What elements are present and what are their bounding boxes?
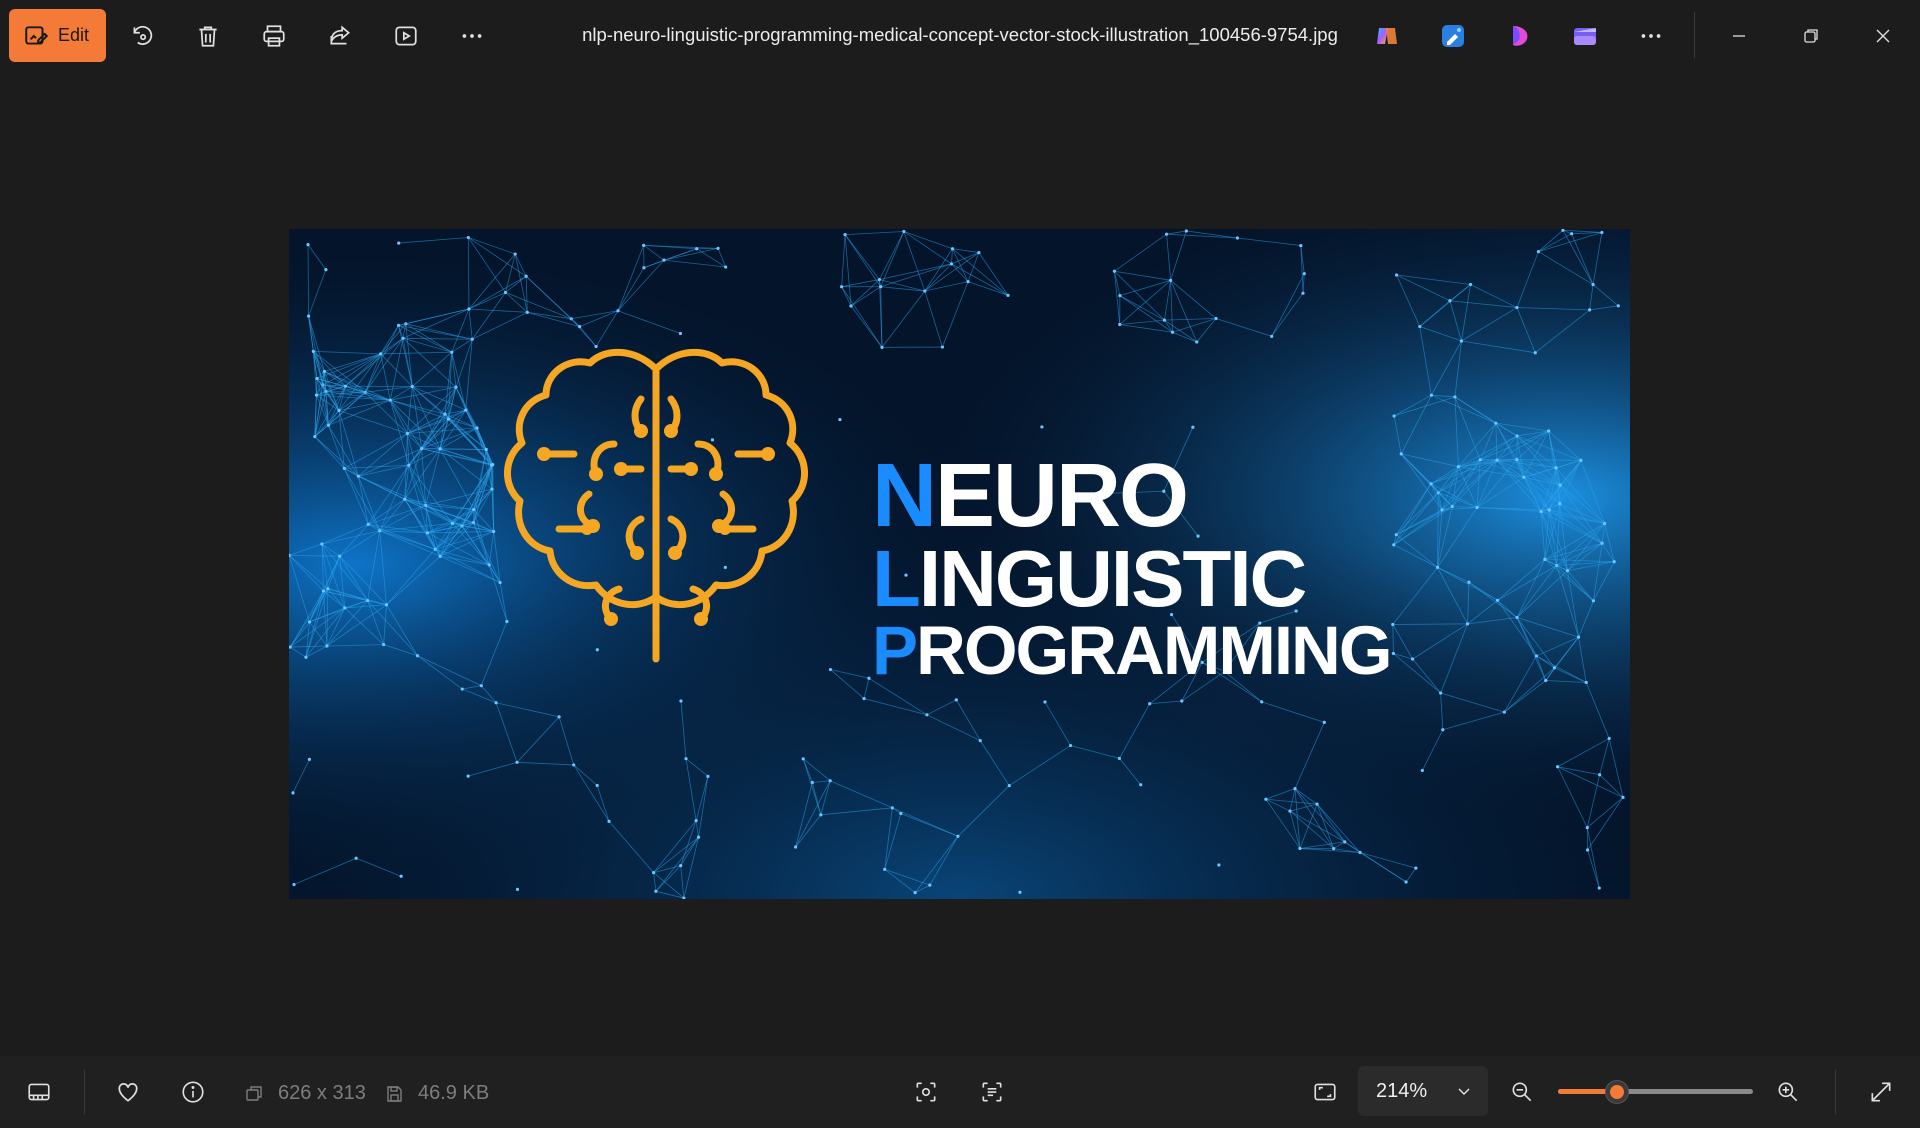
slideshow-icon (395, 26, 417, 46)
top-toolbar: Edit nlp-neuro-linguistic-programming-me… (0, 0, 1920, 72)
image-text-initial: N (872, 446, 937, 546)
zoom-in-button[interactable] (1768, 1072, 1808, 1112)
dimensions-text: 626 x 313 (278, 1082, 366, 1104)
zoom-slider-thumb[interactable] (1604, 1080, 1629, 1104)
more-apps-button[interactable] (1631, 16, 1671, 56)
image-file-size: 46.9 KB (384, 1082, 489, 1105)
image-text-rest: ROGRAMMING (916, 612, 1392, 689)
close-button[interactable] (1860, 14, 1906, 58)
full-screen-button[interactable] (1861, 1072, 1901, 1112)
info-icon (182, 1081, 204, 1103)
rotate-button[interactable] (122, 16, 162, 56)
print-button[interactable] (254, 16, 294, 56)
text-scan-button[interactable] (972, 1072, 1012, 1112)
file-name-title: nlp-neuro-linguistic-programming-medical… (582, 24, 1338, 45)
restore-icon (1804, 29, 1818, 43)
minimize-icon (1733, 35, 1745, 37)
more-options-button[interactable] (452, 16, 492, 56)
save-disk-icon (387, 1085, 402, 1102)
favorite-button[interactable] (108, 1072, 148, 1112)
image-text-initial: P (872, 612, 918, 689)
fit-to-window-button[interactable] (1305, 1072, 1345, 1112)
fit-screen-icon (1314, 1083, 1336, 1101)
file-size-text: 46.9 KB (418, 1082, 490, 1104)
visual-search-button[interactable] (906, 1072, 946, 1112)
heart-icon (118, 1083, 138, 1102)
designer-icon[interactable] (1505, 22, 1533, 50)
zoom-in-icon (1778, 1082, 1798, 1102)
filmstrip-toggle-button[interactable] (19, 1072, 59, 1112)
minimize-button[interactable] (1716, 14, 1762, 58)
zoom-level-dropdown[interactable]: 214% (1358, 1066, 1488, 1116)
edit-button[interactable]: Edit (9, 9, 106, 62)
edit-image-icon (25, 25, 49, 45)
image-dimensions: 626 x 313 (244, 1082, 366, 1105)
zoom-slider[interactable] (1558, 1080, 1753, 1104)
print-icon (263, 25, 285, 47)
toolbar-divider (1694, 12, 1695, 58)
image-text-rest: INGUISTIC (918, 534, 1307, 623)
delete-button[interactable] (188, 16, 228, 56)
expand-icon (1871, 1082, 1891, 1102)
restore-button[interactable] (1788, 14, 1834, 58)
scan-text-icon (982, 1082, 1002, 1102)
resolution-icon (246, 1085, 262, 1101)
more-icon (1641, 34, 1661, 38)
edit-button-label: Edit (58, 25, 90, 45)
close-icon (1876, 29, 1890, 43)
zoom-out-button[interactable] (1502, 1072, 1542, 1112)
zoom-level-value: 214% (1376, 1079, 1428, 1102)
image-text-line-programming: PROGRAMMING (872, 616, 1393, 685)
delete-icon (199, 26, 217, 47)
image-text-rest: EURO (935, 446, 1189, 546)
image-text-line-linguistic: LINGUISTIC (872, 539, 1307, 619)
share-button[interactable] (320, 16, 360, 56)
copilot-icon[interactable] (1373, 22, 1401, 50)
image-text-initial: L (872, 534, 921, 623)
slideshow-button[interactable] (386, 16, 426, 56)
share-icon (330, 25, 351, 45)
more-icon (462, 34, 482, 38)
chevron-down-icon (1458, 1088, 1470, 1096)
rotate-icon (133, 25, 153, 45)
status-divider (1835, 1070, 1836, 1114)
photo-editor-icon[interactable] (1439, 22, 1467, 50)
clipchamp-icon[interactable] (1571, 22, 1599, 50)
displayed-image: NEURO LINGUISTIC PROGRAMMING (289, 229, 1630, 899)
status-divider (84, 1070, 85, 1114)
visual-search-icon (916, 1082, 936, 1102)
filmstrip-icon (28, 1083, 50, 1101)
image-text-line-neuro: NEURO (872, 451, 1189, 541)
file-info-button[interactable] (173, 1072, 213, 1112)
zoom-out-icon (1512, 1082, 1532, 1102)
